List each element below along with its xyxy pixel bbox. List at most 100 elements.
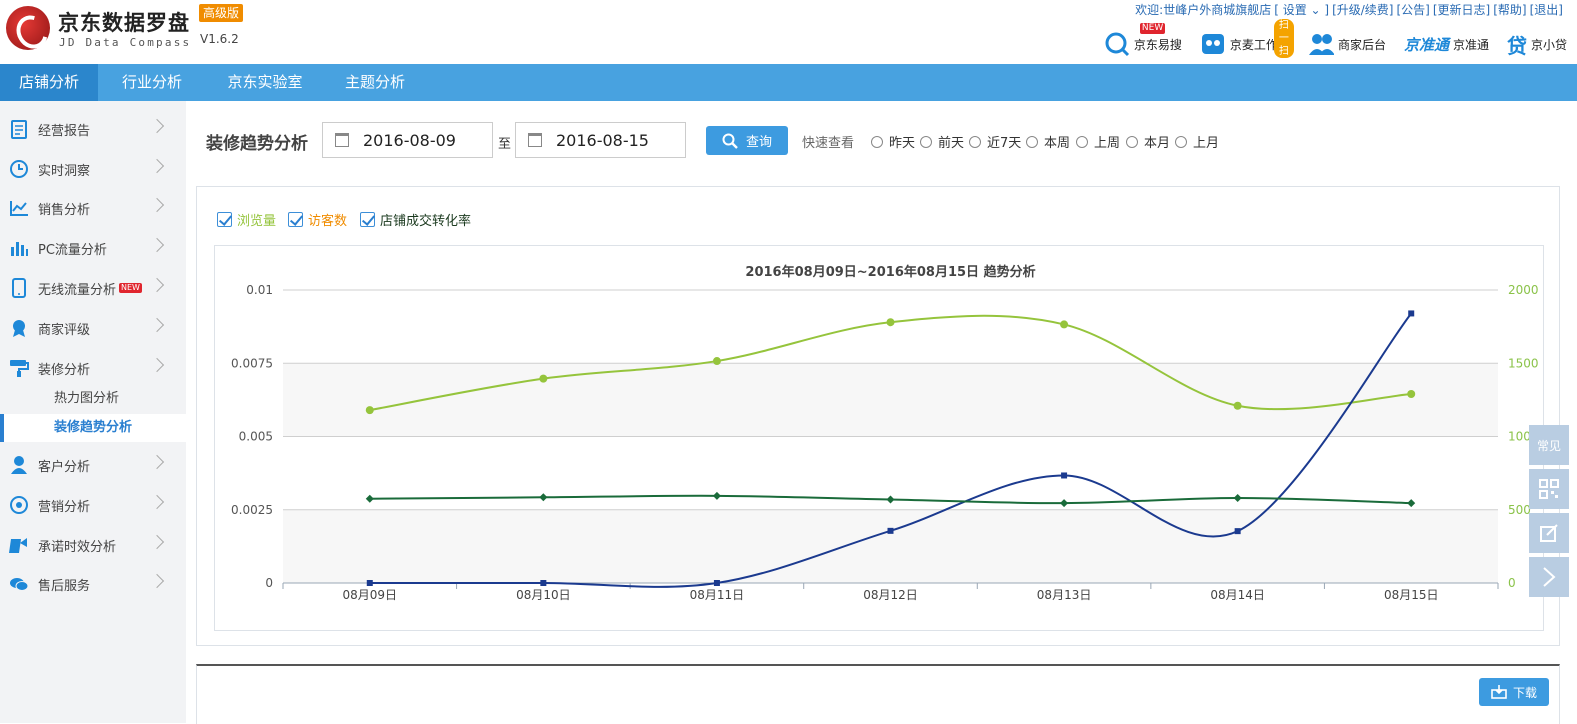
search-icon: [722, 133, 738, 149]
end-date-field[interactable]: [515, 122, 686, 158]
qrcode-button[interactable]: [1529, 469, 1569, 509]
sidebar: 经营报告 实时洞察 销售分析 PC流量分析 无线流量分析 NEW 商家评级 装修分…: [0, 101, 186, 723]
tool-jzt[interactable]: 京准通 京准通: [1404, 34, 1489, 55]
x-axis-tick-label: 08月14日: [1210, 588, 1265, 602]
sidebar-item-promise[interactable]: 承诺时效分析: [0, 525, 186, 565]
quick-last-month[interactable]: 上月: [1175, 132, 1219, 151]
welcome-text: 欢迎:世峰户外商城旗舰店: [1135, 3, 1272, 17]
brush-icon: [9, 358, 29, 378]
loan-icon: 贷: [1506, 33, 1527, 58]
sidebar-item-label: 经营报告: [38, 123, 91, 139]
radio-label: 前天: [938, 136, 965, 151]
sidebar-item-marketing[interactable]: 营销分析: [0, 485, 186, 525]
data-point: [1233, 401, 1242, 410]
quick-last7[interactable]: 近7天: [969, 132, 1021, 151]
legend-label: 店铺成交转化率: [380, 214, 472, 229]
sidebar-subitem-decoration-trend[interactable]: 装修趋势分析: [0, 414, 186, 442]
legend-label: 浏览量: [237, 214, 277, 229]
legend-pv[interactable]: 浏览量: [217, 210, 276, 229]
radio-icon: [1026, 135, 1038, 148]
tool-jingmai[interactable]: 京麦工作台 扫一扫: [1200, 19, 1294, 58]
mobile-icon: [9, 278, 29, 298]
x-axis-tick-label: 08月13日: [1037, 588, 1092, 602]
start-date-field[interactable]: [322, 122, 493, 158]
start-date-input[interactable]: [363, 130, 483, 150]
tab-industry-analysis[interactable]: 行业分析: [104, 64, 200, 101]
left-axis-tick-label: 0.0025: [231, 503, 273, 517]
quick-this-month[interactable]: 本月: [1126, 132, 1170, 151]
legend-uv[interactable]: 访客数: [288, 210, 347, 229]
sidebar-item-label: 实时洞察: [38, 163, 91, 179]
scan-badge: 扫一扫: [1273, 19, 1294, 58]
download-button[interactable]: 下载: [1479, 678, 1549, 706]
to-label: 至: [498, 137, 512, 152]
quick-this-week[interactable]: 本周: [1026, 132, 1070, 151]
calendar-icon: [528, 133, 542, 147]
quick-view-label: 快速查看: [802, 136, 855, 151]
sidebar-item-aftersales[interactable]: 售后服务: [0, 564, 186, 604]
checkbox-icon: [217, 212, 232, 227]
user-icon: [9, 455, 29, 475]
radio-label: 上月: [1193, 136, 1220, 151]
settings-link[interactable]: [ 设置 ⌄ ]: [1274, 3, 1329, 17]
header: 京东数据罗盘 高级版 JD Data Compass V1.6.2 欢迎:世峰户…: [0, 0, 1577, 64]
target-icon: [9, 495, 29, 515]
query-button[interactable]: 查询: [706, 126, 788, 155]
radio-icon: [1175, 135, 1187, 148]
sidebar-item-label: PC流量分析: [38, 242, 107, 258]
edition-badge: 高级版: [199, 4, 244, 22]
tool-loan[interactable]: 贷 京小贷: [1507, 30, 1567, 59]
data-point: [366, 580, 373, 586]
left-axis-tick-label: 0.0075: [231, 356, 273, 370]
chat-icon: [9, 574, 29, 594]
feedback-button[interactable]: [1529, 513, 1569, 553]
legend-conversion[interactable]: 店铺成交转化率: [360, 210, 471, 229]
quick-day-before[interactable]: 前天: [920, 132, 964, 151]
x-axis-tick-label: 08月09日: [343, 588, 398, 602]
changelog-link[interactable]: [更新日志]: [1433, 3, 1490, 17]
tool-label: 京准通: [1452, 37, 1489, 52]
left-axis-tick-label: 0.01: [246, 283, 273, 297]
radio-icon: [920, 135, 932, 148]
sidebar-item-label: 承诺时效分析: [38, 539, 117, 555]
tool-jd-search[interactable]: 京东易搜 NEW: [1104, 23, 1182, 57]
sidebar-item-pc-traffic[interactable]: PC流量分析: [0, 228, 186, 268]
app-version: V1.6.2: [200, 32, 239, 46]
sidebar-item-mobile-traffic[interactable]: 无线流量分析 NEW: [0, 268, 186, 308]
sidebar-subitem-heatmap[interactable]: 热力图分析: [0, 385, 186, 413]
end-date-input[interactable]: [556, 130, 676, 150]
right-axis-tick-label: 1500: [1508, 356, 1539, 370]
edit-icon: [1540, 524, 1558, 542]
upgrade-link[interactable]: [升级/续费]: [1332, 3, 1393, 17]
sidebar-item-rating[interactable]: 商家评级: [0, 308, 186, 348]
query-label: 查询: [745, 135, 772, 150]
data-point: [1407, 390, 1416, 399]
tab-topic-analysis[interactable]: 主题分析: [330, 64, 420, 101]
help-link[interactable]: [帮助]: [1493, 3, 1526, 17]
chart-frame: 0 0.0025 0.005 0.0075 0.01 0 500 1000 1500 2000 08…: [214, 245, 1544, 631]
tab-jd-lab[interactable]: 京东实验室: [210, 64, 320, 101]
logout-link[interactable]: [退出]: [1530, 3, 1563, 17]
floating-toolbar: 常见: [1529, 425, 1569, 601]
medal-icon: [9, 318, 29, 338]
sidebar-item-customer[interactable]: 客户分析: [0, 445, 186, 485]
chevron-right-icon: [149, 197, 165, 213]
data-point: [1060, 320, 1069, 329]
tool-merchant-backend[interactable]: 商家后台: [1308, 31, 1386, 57]
sidebar-item-realtime[interactable]: 实时洞察: [0, 149, 186, 189]
collapse-button[interactable]: [1529, 557, 1569, 597]
notice-link[interactable]: [公告]: [1397, 3, 1430, 17]
sidebar-item-report[interactable]: 经营报告: [0, 109, 186, 149]
radio-label: 近7天: [987, 136, 1022, 151]
tool-label: 商家后台: [1337, 37, 1386, 52]
sidebar-item-label: 装修分析: [38, 362, 91, 378]
tab-store-analysis[interactable]: 店铺分析: [0, 64, 98, 101]
radio-label: 上周: [1094, 136, 1121, 151]
legend-label: 访客数: [308, 214, 348, 229]
faq-button[interactable]: 常见: [1529, 425, 1569, 465]
logo-icon: [6, 6, 50, 50]
sidebar-item-decoration[interactable]: 装修分析: [0, 348, 186, 388]
sidebar-item-sales[interactable]: 销售分析: [0, 188, 186, 228]
quick-last-week[interactable]: 上周: [1076, 132, 1120, 151]
quick-yesterday[interactable]: 昨天: [871, 132, 915, 151]
